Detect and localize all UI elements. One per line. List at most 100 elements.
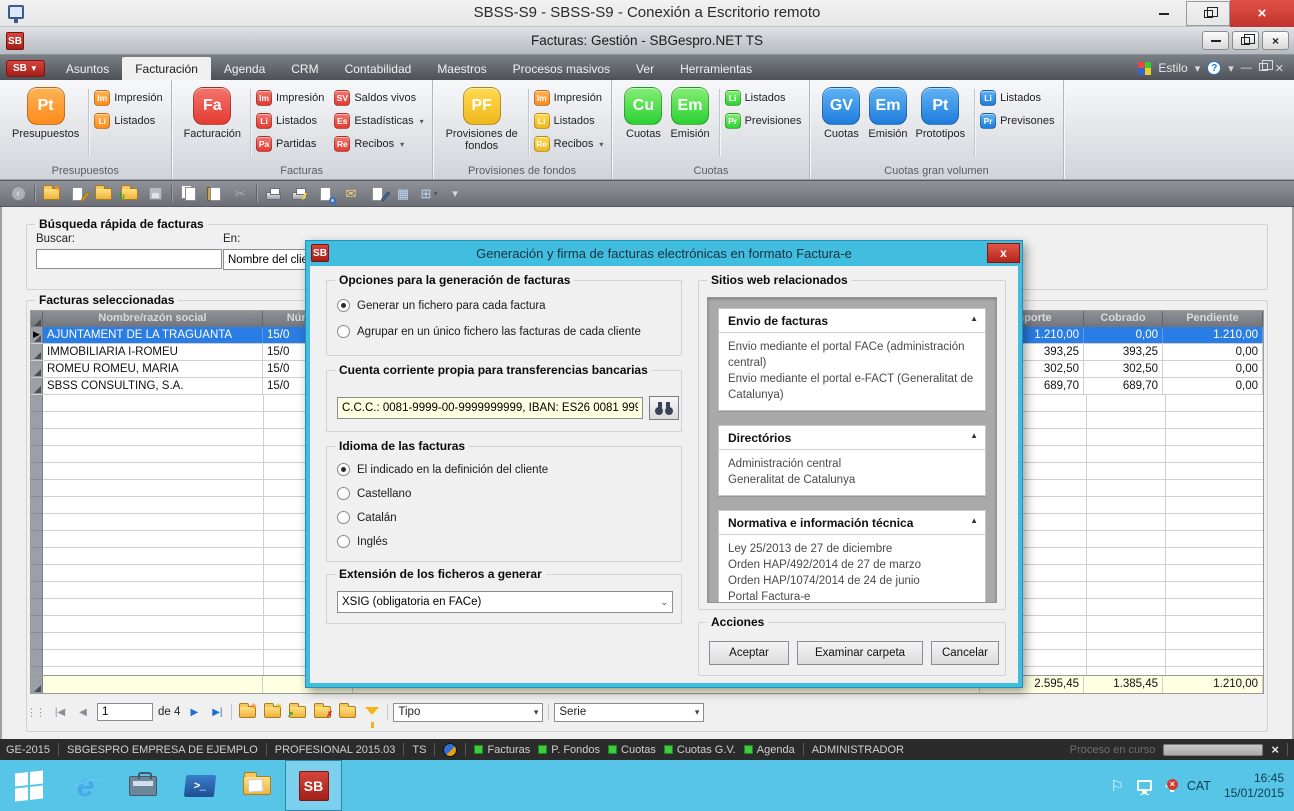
next-record-button[interactable]: ▶ <box>185 703 203 721</box>
gv-cuotas-button[interactable]: GV Cuotas <box>818 85 864 142</box>
import-button[interactable]: ↻ <box>119 185 139 203</box>
mdi-close-button[interactable]: ✕ <box>1275 62 1284 75</box>
table-view-button[interactable]: ▦ <box>393 185 413 203</box>
row-selector[interactable] <box>31 344 43 360</box>
radio-castellano[interactable]: Castellano <box>337 487 411 500</box>
cancelar-button[interactable]: Cancelar <box>931 641 999 665</box>
mdi-restore-button[interactable] <box>1259 62 1268 74</box>
gv-previsones-button[interactable]: PrPrevisones <box>980 112 1054 130</box>
tray-language[interactable]: CAT <box>1187 779 1211 793</box>
saldos-vivos-button[interactable]: SVSaldos vivos <box>334 89 423 107</box>
toolbar-options-button[interactable]: ▾ <box>445 185 465 203</box>
tab-agenda[interactable]: Agenda <box>211 57 278 80</box>
estadisticas-button[interactable]: EsEstadísticas <box>334 112 423 130</box>
mail-button[interactable]: ✉ <box>341 185 361 203</box>
nav-delete-button[interactable]: ✗ <box>312 703 332 721</box>
new-button[interactable]: ✶ <box>41 185 61 203</box>
facturas-impresion-button[interactable]: ImImpresión <box>256 89 324 107</box>
facturas-listados-button[interactable]: LiListados <box>256 112 324 130</box>
network-icon[interactable] <box>1137 780 1152 791</box>
edit-button[interactable] <box>67 185 87 203</box>
tab-herramientas[interactable]: Herramientas <box>667 57 765 80</box>
card-header[interactable]: Normativa e información técnica <box>719 511 985 535</box>
tipo-select[interactable]: Tipo▾ <box>393 703 543 722</box>
preview-button[interactable] <box>315 185 335 203</box>
filter-button[interactable] <box>362 703 382 721</box>
tab-facturacion[interactable]: Facturación <box>122 57 211 80</box>
taskbar-server-manager-button[interactable] <box>114 760 171 811</box>
link-orden-hap-492[interactable]: Orden HAP/492/2014 de 27 de marzo <box>728 557 976 573</box>
link-face[interactable]: Envio mediante el portal FACe (administr… <box>728 339 976 371</box>
speaker-muted-icon[interactable] <box>1165 780 1174 792</box>
col-nombre[interactable]: Nombre/razón social <box>43 311 263 327</box>
module-cuotas[interactable]: Cuotas <box>608 744 656 756</box>
cuotas-listados-button[interactable]: LiListados <box>725 89 802 107</box>
prev-record-button[interactable]: ◀ <box>74 703 92 721</box>
radio-agrupar-fichero[interactable]: Agrupar en un único fichero las facturas… <box>337 325 641 338</box>
save-button[interactable] <box>145 185 165 203</box>
cuotas-button[interactable]: Cu Cuotas <box>620 85 666 142</box>
col-pendiente[interactable]: Pendiente <box>1163 311 1263 327</box>
tray-clock[interactable]: 16:45 15/01/2015 <box>1224 771 1284 801</box>
presupuestos-button[interactable]: Pt Presupuestos <box>8 85 83 142</box>
nav-open-button[interactable]: ↗ <box>287 703 307 721</box>
facturacion-button[interactable]: Fa Facturación <box>180 85 245 142</box>
module-p-fondos[interactable]: P. Fondos <box>538 744 600 756</box>
dialog-close-button[interactable]: x <box>987 243 1020 263</box>
app-close-button[interactable]: × <box>1262 31 1289 50</box>
help-icon[interactable]: ? <box>1207 61 1221 75</box>
gv-emision-button[interactable]: Em Emisión <box>864 85 911 142</box>
select-all-cell[interactable] <box>31 311 43 327</box>
card-header[interactable]: Directórios <box>719 426 985 450</box>
cuotas-previsiones-button[interactable]: PrPrevisiones <box>725 112 802 130</box>
module-cuotas-gv[interactable]: Cuotas G.V. <box>664 744 736 756</box>
col-cobrado[interactable]: Cobrado <box>1084 311 1163 327</box>
chevron-down-icon[interactable]: ▾ <box>1195 62 1201 75</box>
link-admin-central[interactable]: Administración central <box>728 456 976 472</box>
start-button[interactable] <box>0 760 57 811</box>
cut-button[interactable]: ✂ <box>230 185 250 203</box>
find-button[interactable] <box>367 185 387 203</box>
app-restore-button[interactable] <box>1232 31 1259 50</box>
radio-ingles[interactable]: Inglés <box>337 535 388 548</box>
tab-crm[interactable]: CRM <box>278 57 331 80</box>
tab-ver[interactable]: Ver <box>623 57 667 80</box>
record-number-input[interactable] <box>97 703 153 721</box>
cuotas-emision-button[interactable]: Em Emisión <box>666 85 713 142</box>
back-button[interactable]: ‹ <box>8 185 28 203</box>
print-button[interactable] <box>263 185 283 203</box>
last-record-button[interactable]: ▶| <box>208 703 226 721</box>
presupuestos-impresion-button[interactable]: ImImpresión <box>94 89 162 107</box>
open-button[interactable] <box>93 185 113 203</box>
paste-button[interactable] <box>204 185 224 203</box>
taskbar-sb-app-button[interactable]: SB <box>285 760 342 811</box>
aceptar-button[interactable]: Aceptar <box>709 641 789 665</box>
chevron-down-icon[interactable]: ▾ <box>1228 62 1234 75</box>
link-ley[interactable]: Ley 25/2013 de 27 de diciembre <box>728 541 976 557</box>
link-generalitat[interactable]: Generalitat de Catalunya <box>728 472 976 488</box>
app-minimize-button[interactable] <box>1202 31 1229 50</box>
module-facturas[interactable]: Facturas <box>474 744 530 756</box>
search-input[interactable] <box>36 249 222 269</box>
facturas-recibos-button[interactable]: ReRecibos <box>334 135 423 153</box>
nav-plain-button[interactable] <box>337 703 357 721</box>
gv-prototipos-button[interactable]: Pt Prototipos <box>912 85 970 142</box>
nav-new-button[interactable]: ✶ <box>237 703 257 721</box>
cancel-process-button[interactable]: × <box>1271 742 1279 757</box>
print-batch-button[interactable] <box>289 185 309 203</box>
radio-catalan[interactable]: Catalán <box>337 511 397 524</box>
taskbar-powershell-button[interactable]: >_ <box>171 760 228 811</box>
link-efact[interactable]: Envio mediante el portal e-FACT (General… <box>728 371 976 403</box>
taskbar-explorer-button[interactable] <box>228 760 285 811</box>
nav-duplicate-button[interactable]: ✶ <box>262 703 282 721</box>
drag-handle[interactable]: ⋮⋮ <box>26 706 44 719</box>
link-orden-hap-1074[interactable]: Orden HAP/1074/2014 de 24 de junio <box>728 573 976 589</box>
estilo-button[interactable]: Estilo <box>1158 61 1187 75</box>
serie-select[interactable]: Serie▾ <box>554 703 704 722</box>
cuenta-lookup-button[interactable] <box>649 396 679 420</box>
mdi-minimize-button[interactable]: — <box>1241 62 1252 74</box>
flag-icon[interactable]: ⚐ <box>1110 777 1123 795</box>
presupuestos-listados-button[interactable]: LiListados <box>94 112 162 130</box>
layout-button[interactable]: ⊞ <box>419 185 439 203</box>
tab-maestros[interactable]: Maestros <box>424 57 499 80</box>
